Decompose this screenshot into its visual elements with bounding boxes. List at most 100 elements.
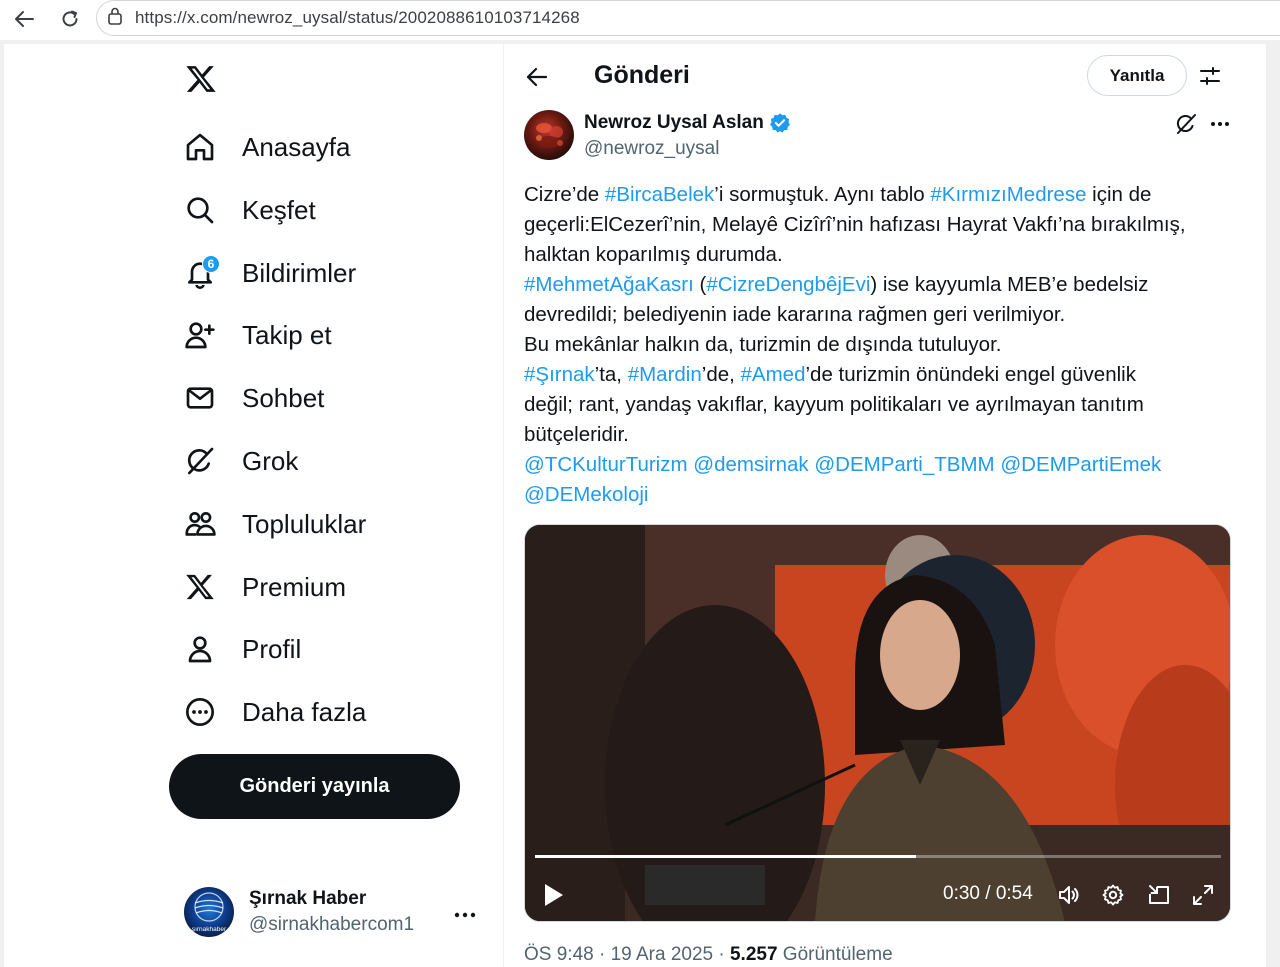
sidebar-item-communities[interactable]: Topluluklar bbox=[180, 499, 366, 549]
grok-icon[interactable] bbox=[1172, 110, 1200, 138]
sidebar-item-notifications[interactable]: 6 Bildirimler bbox=[180, 248, 356, 298]
communities-icon bbox=[180, 504, 220, 544]
tweet-text-segment: ’de, bbox=[701, 363, 741, 386]
person-icon bbox=[180, 629, 220, 669]
person-add-icon bbox=[180, 315, 220, 355]
tweet-text-segment: ( bbox=[693, 273, 707, 296]
sidebar-item-explore[interactable]: Keşfet bbox=[180, 185, 316, 235]
back-arrow-icon[interactable] bbox=[520, 60, 554, 94]
grok-icon bbox=[180, 441, 220, 481]
search-icon bbox=[180, 190, 220, 230]
hashtag-link[interactable]: #Şırnak bbox=[524, 363, 595, 386]
mention-link[interactable]: @DEMPartiEmek bbox=[1000, 453, 1161, 476]
tweet-text-segment: devredildi; belediyenin iade kararına ra… bbox=[524, 303, 1066, 326]
sidebar-item-grok[interactable]: Grok bbox=[180, 436, 298, 486]
bell-icon: 6 bbox=[180, 253, 220, 293]
tweet-text-line: devredildi; belediyenin iade kararına ra… bbox=[524, 300, 1234, 330]
sidebar-item-label: Bildirimler bbox=[242, 257, 357, 288]
hashtag-link[interactable]: #CizreDengbêjEvi bbox=[706, 273, 870, 296]
sidebar-item-label: Profil bbox=[242, 633, 302, 664]
address-bar[interactable]: https://x.com/newroz_uysal/status/200208… bbox=[96, 0, 1280, 36]
author-handle[interactable]: @newroz_uysal bbox=[584, 138, 719, 160]
sidebar-item-more[interactable]: Daha fazla bbox=[180, 687, 366, 737]
hashtag-link[interactable]: #BircaBelek bbox=[605, 183, 714, 206]
mention-link[interactable]: @DEMekoloji bbox=[524, 483, 648, 506]
tweet-text-line: Bu mekânlar halkın da, turizmin de dışın… bbox=[524, 330, 1234, 360]
sliders-icon[interactable] bbox=[1196, 62, 1224, 90]
tweet-text: Cizre’de #BircaBelek’i sormuştuk. Aynı t… bbox=[524, 180, 1234, 510]
tweet-text-segment: ) ise kayyumla MEB’e bedelsiz bbox=[870, 273, 1149, 296]
tweet-text-segment: değil; rant, yandaş vakıflar, kayyum pol… bbox=[524, 393, 1144, 416]
browser-reload-icon[interactable] bbox=[56, 6, 84, 32]
browser-back-icon[interactable] bbox=[10, 6, 38, 32]
tweet-text-line: @DEMekoloji bbox=[524, 480, 1234, 510]
tweet-text-segment: Cizre’de bbox=[524, 183, 605, 206]
tweet-text-line: halktan koparılmış durumda. bbox=[524, 240, 1234, 270]
meta-separator: · bbox=[713, 944, 730, 965]
hashtag-link[interactable]: #MehmetAğaKasrı bbox=[524, 273, 694, 296]
account-name: Şırnak Haber bbox=[249, 888, 367, 909]
sidebar-item-chat[interactable]: Sohbet bbox=[180, 373, 324, 423]
hashtag-link[interactable]: #KırmızıMedrese bbox=[930, 183, 1086, 206]
sidebar-item-home[interactable]: Anasayfa bbox=[180, 122, 350, 172]
sidebar-item-label: Anasayfa bbox=[242, 131, 351, 162]
mail-icon bbox=[180, 378, 220, 418]
more-dots-icon[interactable] bbox=[1206, 110, 1234, 138]
pip-icon[interactable] bbox=[1145, 881, 1173, 909]
notification-badge: 6 bbox=[202, 255, 220, 273]
tweet-text-segment: ’de turizmin önündeki engel güvenlik bbox=[805, 363, 1136, 386]
more-dots-icon[interactable] bbox=[454, 898, 476, 924]
author-name-text: Newroz Uysal Aslan bbox=[584, 112, 764, 133]
avatar: şırnakhaber bbox=[184, 887, 234, 937]
sidebar-item-premium[interactable]: Premium bbox=[180, 562, 346, 612]
tweet-text-segment: ’ta, bbox=[594, 363, 628, 386]
tweet-date[interactable]: 19 Ara 2025 bbox=[611, 944, 713, 965]
browser-toolbar: https://x.com/newroz_uysal/status/200208… bbox=[0, 0, 1280, 40]
avatar-logo-text: şırnakhaber bbox=[192, 926, 227, 933]
author-avatar[interactable] bbox=[524, 110, 574, 160]
tweet-text-segment: geçerli:ElCezerî’nin, Melayê Cizîrî’nin … bbox=[524, 213, 1186, 236]
sidebar-item-label: Takip et bbox=[242, 319, 332, 350]
views-label: Görüntüleme bbox=[777, 944, 893, 965]
tweet-time[interactable]: ÖS 9:48 bbox=[524, 944, 594, 965]
tweet-text-segment: için de bbox=[1086, 183, 1152, 206]
hashtag-link[interactable]: #Mardin bbox=[628, 363, 702, 386]
more-circle-icon bbox=[180, 692, 220, 732]
verified-badge-icon bbox=[769, 112, 791, 134]
sidebar-item-profile[interactable]: Profil bbox=[180, 624, 301, 674]
reply-button[interactable]: Yanıtla bbox=[1087, 55, 1187, 96]
video-progress-fill bbox=[535, 855, 917, 858]
mention-link[interactable]: @demsirnak bbox=[693, 453, 808, 476]
settings-gear-icon[interactable] bbox=[1099, 881, 1127, 909]
mention-link[interactable]: @TCKulturTurizm bbox=[524, 453, 688, 476]
fullscreen-icon[interactable] bbox=[1189, 881, 1217, 909]
sidebar-item-follow[interactable]: Takip et bbox=[180, 310, 332, 360]
play-icon[interactable] bbox=[539, 881, 567, 909]
tweet-text-line: #MehmetAğaKasrı (#CizreDengbêjEvi) ise k… bbox=[524, 270, 1234, 300]
tweet-text-line: değil; rant, yandaş vakıflar, kayyum pol… bbox=[524, 390, 1234, 420]
tweet-text-line: #Şırnak’ta, #Mardin’de, #Amed’de turizmi… bbox=[524, 360, 1234, 390]
mention-link[interactable]: @DEMParti_TBMM bbox=[814, 453, 994, 476]
volume-icon[interactable] bbox=[1055, 881, 1083, 909]
video-progress-bar[interactable] bbox=[535, 855, 1221, 858]
x-logo-icon bbox=[180, 567, 220, 607]
sidebar-item-label: Grok bbox=[242, 445, 299, 476]
home-icon bbox=[180, 127, 220, 167]
sidebar-item-label: Keşfet bbox=[242, 194, 316, 225]
x-logo-icon[interactable] bbox=[180, 58, 222, 100]
sidebar-item-label: Topluluklar bbox=[242, 508, 367, 539]
video-frame bbox=[525, 525, 1230, 921]
tweet-text-line: bütçeleridir. bbox=[524, 420, 1234, 450]
video-player[interactable]: 0:30 / 0:54 bbox=[524, 524, 1231, 922]
account-switcher[interactable]: şırnakhaber Şırnak Haber @sirnakhabercom… bbox=[184, 884, 484, 940]
sidebar-item-label: Premium bbox=[242, 571, 347, 602]
views-count: 5.257 bbox=[729, 944, 778, 965]
hashtag-link[interactable]: #Amed bbox=[741, 363, 806, 386]
site-info-icon[interactable] bbox=[107, 7, 123, 30]
page-title: Gönderi bbox=[594, 61, 690, 89]
video-time: 0:30 / 0:54 bbox=[943, 883, 1033, 904]
column-divider bbox=[503, 44, 504, 967]
author-name[interactable]: Newroz Uysal Aslan bbox=[584, 112, 791, 134]
post-button[interactable]: Gönderi yayınla bbox=[169, 754, 460, 819]
meta-separator: · bbox=[593, 944, 611, 965]
